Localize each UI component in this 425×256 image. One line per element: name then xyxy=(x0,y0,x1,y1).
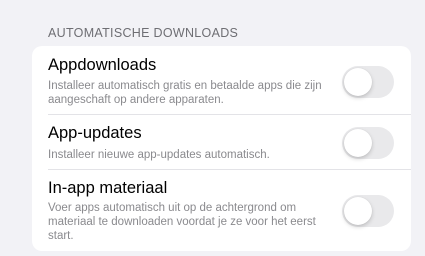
toggle-knob xyxy=(344,129,372,157)
settings-card: Appdownloads Installeer automatisch grat… xyxy=(32,46,411,251)
app-updates-toggle[interactable] xyxy=(342,127,394,159)
in-app-content-description: Voer apps automatisch uit op de achtergr… xyxy=(48,202,316,242)
in-app-content-toggle[interactable] xyxy=(342,195,394,227)
setting-row-in-app-content[interactable]: In-app materiaal Voer apps automatisch u… xyxy=(32,170,411,251)
setting-row-app-updates[interactable]: App-updates Installeer nieuwe app-update… xyxy=(32,115,411,169)
app-downloads-toggle[interactable] xyxy=(342,66,394,98)
app-downloads-description: Installeer automatisch gratis en betaald… xyxy=(48,80,322,106)
in-app-content-title: In-app materiaal xyxy=(48,179,168,197)
app-downloads-title: Appdownloads xyxy=(48,56,157,74)
toggle-knob xyxy=(344,68,372,96)
setting-row-app-downloads[interactable]: Appdownloads Installeer automatisch grat… xyxy=(32,46,411,114)
app-updates-description: Installeer nieuwe app-updates automatisc… xyxy=(48,149,270,161)
app-updates-title: App-updates xyxy=(48,124,142,142)
toggle-knob xyxy=(344,197,372,225)
section-header: AUTOMATISCHE DOWNLOADS xyxy=(48,26,239,40)
